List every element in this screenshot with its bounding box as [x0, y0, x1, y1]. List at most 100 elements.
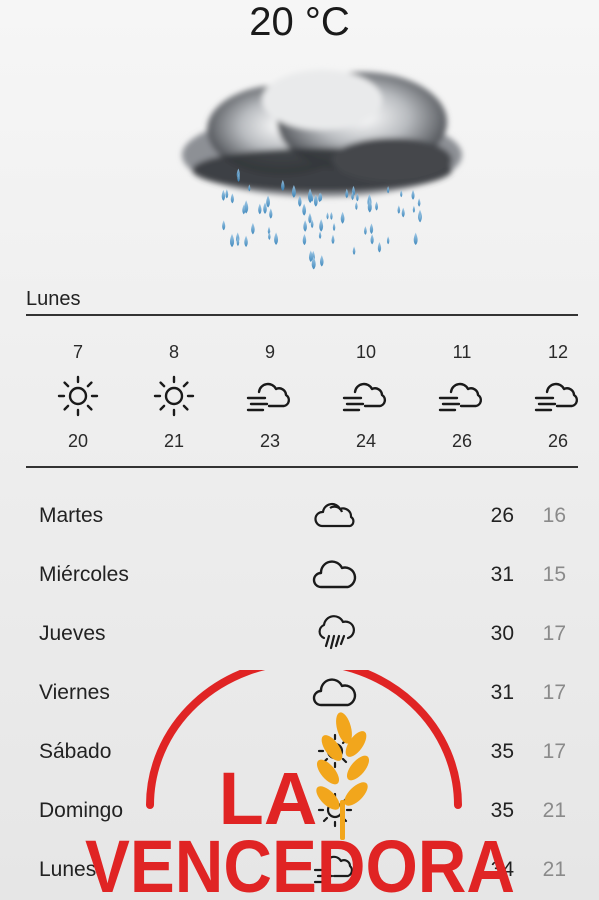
rain-drop — [274, 232, 279, 245]
sun-icon — [317, 733, 353, 769]
rain-drop — [221, 189, 226, 201]
day-low: 17 — [542, 622, 566, 645]
rain-drop — [318, 231, 322, 240]
hourly-item: 7 20 — [30, 338, 126, 454]
hourly-item: 11 26 — [414, 338, 510, 454]
daily-row[interactable]: Domingo 35 21 — [0, 781, 599, 840]
rain-drop — [269, 208, 273, 219]
rain-drop — [302, 203, 307, 216]
sun-icon — [317, 792, 353, 828]
day-high: 26 — [490, 504, 514, 527]
divider — [26, 466, 578, 468]
rain-drop — [258, 203, 262, 215]
day-high: 35 — [490, 740, 514, 763]
day-name: Miércoles — [39, 563, 129, 586]
rain-drop — [352, 246, 356, 255]
rain-drop — [225, 189, 229, 199]
hour-temp: 26 — [547, 431, 569, 451]
daily-row[interactable]: Martes 26 16 — [0, 486, 599, 545]
hourly-item: 9 23 — [222, 338, 318, 454]
day-high: 31 — [490, 563, 514, 586]
sun-icon — [30, 366, 126, 426]
hourly-item: 10 24 — [318, 338, 414, 454]
rain-drop — [400, 190, 403, 198]
rain-drop — [326, 212, 329, 220]
divider — [26, 314, 578, 316]
day-name: Viernes — [39, 681, 110, 704]
rain-drop — [302, 233, 307, 246]
rain-drop — [319, 255, 324, 267]
day-name: Domingo — [39, 799, 124, 822]
rain-drop — [413, 232, 418, 246]
rain-drop — [298, 195, 302, 207]
rain-drop — [386, 236, 390, 245]
daily-row[interactable]: Sábado 35 17 — [0, 722, 599, 781]
hour-time: 9 — [264, 342, 275, 362]
hour-time: 8 — [168, 342, 179, 362]
today-label: Lunes — [26, 288, 81, 310]
windy-cloud-icon — [222, 366, 318, 426]
day-high: 34 — [490, 858, 514, 881]
day-low: 21 — [542, 799, 566, 822]
rain-drop — [331, 234, 335, 245]
day-high: 35 — [490, 799, 514, 822]
hourly-item: 12 26 — [510, 338, 599, 454]
rain-drop — [230, 193, 234, 204]
rain-drop — [330, 211, 333, 220]
rain-drop — [401, 207, 405, 218]
rain-drop — [308, 213, 312, 224]
hourly-item: 8 21 — [126, 338, 222, 454]
rain-drop — [377, 242, 382, 253]
day-low: 16 — [542, 504, 566, 527]
hourly-forecast: 7 20 8 21 9 23 10 24 11 26 12 26 — [30, 338, 599, 463]
sun-icon — [126, 366, 222, 426]
cloud-icon — [312, 560, 357, 589]
day-high: 31 — [490, 681, 514, 704]
rain-drop — [397, 205, 401, 214]
current-temperature: 20 °C — [249, 0, 350, 44]
windy-cloud-icon — [318, 366, 414, 426]
rain-drop — [251, 222, 255, 235]
cloud-icon — [312, 678, 357, 707]
hour-time: 10 — [355, 342, 377, 362]
day-low: 21 — [542, 858, 566, 881]
hour-time: 7 — [72, 342, 83, 362]
windy-cloud-icon — [510, 366, 599, 426]
hour-temp: 26 — [451, 431, 473, 451]
daily-row[interactable]: Miércoles 31 15 — [0, 545, 599, 604]
hour-temp: 23 — [259, 431, 281, 451]
daily-row[interactable]: Jueves 30 17 — [0, 604, 599, 663]
rain-drop — [355, 201, 358, 211]
rain-drop — [266, 195, 270, 208]
rain-drop — [364, 226, 367, 235]
day-low: 17 — [542, 740, 566, 763]
rain-drop — [229, 233, 235, 248]
cloud-outline-icon — [314, 502, 355, 528]
daily-row[interactable]: Viernes 31 17 — [0, 663, 599, 722]
day-name: Sábado — [39, 740, 112, 763]
rain-drop — [340, 211, 345, 224]
daily-row[interactable]: Lunes 34 21 — [0, 840, 599, 899]
day-name: Lunes — [39, 858, 97, 881]
hour-time: 11 — [452, 342, 472, 362]
heavy-rain-cloud-icon — [182, 70, 462, 270]
daily-forecast: Martes 26 16 Miércoles 31 15 Jueves 30 1… — [0, 486, 599, 899]
rain-drop — [303, 220, 307, 232]
rain-drop — [411, 189, 415, 200]
day-low: 17 — [542, 681, 566, 704]
hour-temp: 21 — [163, 431, 185, 451]
rain-drop — [319, 219, 324, 232]
windy-cloud-icon — [414, 366, 510, 426]
day-name: Jueves — [39, 622, 106, 645]
rain-drop — [222, 220, 226, 231]
day-name: Martes — [39, 504, 104, 527]
rain-drop — [412, 205, 416, 213]
rain-drop — [369, 223, 374, 234]
rain-drop — [263, 202, 267, 214]
rain-drop — [308, 250, 313, 263]
rain-drop — [332, 222, 336, 232]
day-low: 15 — [542, 563, 566, 586]
rain-drop — [375, 201, 379, 211]
hour-time: 12 — [547, 342, 569, 362]
hour-temp: 20 — [67, 431, 89, 451]
